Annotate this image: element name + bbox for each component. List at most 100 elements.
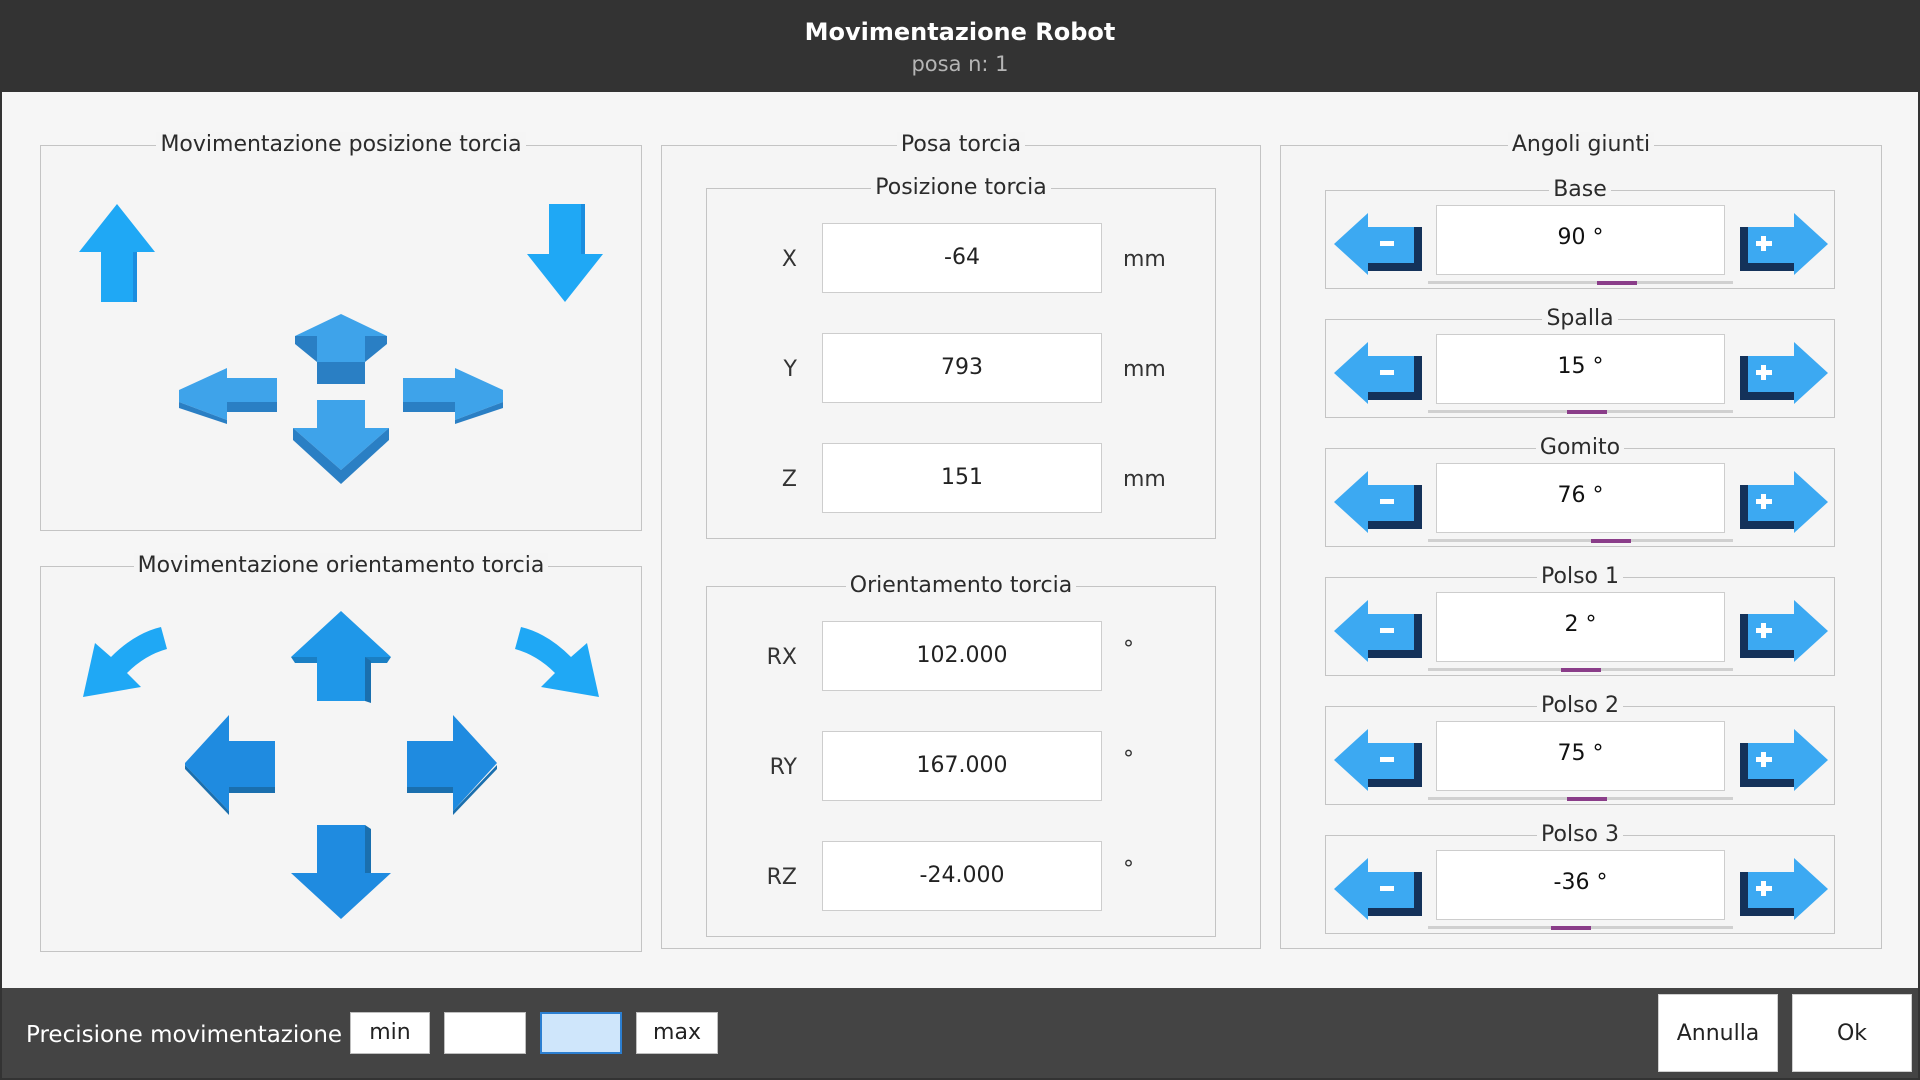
orientation-move-title: Movimentazione orientamento torcia bbox=[133, 553, 549, 578]
rotate-left-arrow-button[interactable] bbox=[75, 623, 167, 697]
ry-field[interactable]: 167.000 bbox=[822, 731, 1102, 801]
joint-box: Polso 1 2 ° bbox=[1325, 564, 1835, 676]
minus-arrow-icon bbox=[1334, 471, 1422, 533]
orientation-group: Orientamento torcia RX 102.000 ° RY 167.… bbox=[706, 573, 1216, 937]
rotate-up-arrow-button[interactable] bbox=[291, 611, 391, 703]
y-field[interactable]: 793 bbox=[822, 333, 1102, 403]
joint-increase-button[interactable] bbox=[1738, 342, 1828, 404]
joint-box: Base 90 ° bbox=[1325, 177, 1835, 289]
joint-decrease-button[interactable] bbox=[1334, 213, 1424, 275]
joint-value-field[interactable]: 2 ° bbox=[1436, 592, 1725, 662]
joint-box: Spalla 15 ° bbox=[1325, 306, 1835, 418]
position-move-panel: Movimentazione posizione torcia bbox=[40, 132, 642, 531]
joint-value-field[interactable]: -36 ° bbox=[1436, 850, 1725, 920]
joint-slider-handle[interactable] bbox=[1566, 797, 1607, 801]
joint-name: Gomito bbox=[1535, 435, 1625, 460]
joints-panel-title: Angoli giunti bbox=[1507, 132, 1655, 157]
joint-slider-handle[interactable] bbox=[1597, 281, 1638, 285]
precision-level-2-button[interactable] bbox=[444, 1012, 526, 1054]
joint-slider-handle[interactable] bbox=[1551, 926, 1592, 930]
pose-panel-title: Posa torcia bbox=[896, 132, 1026, 157]
joint-increase-button[interactable] bbox=[1738, 471, 1828, 533]
plus-arrow-icon bbox=[1740, 342, 1828, 404]
joint-increase-button[interactable] bbox=[1738, 600, 1828, 662]
arrow-down-icon bbox=[527, 204, 603, 302]
arrow-right-icon bbox=[407, 715, 497, 815]
joint-decrease-button[interactable] bbox=[1334, 729, 1424, 791]
rx-field[interactable]: 102.000 bbox=[822, 621, 1102, 691]
dialog-header: Movimentazione Robot posa n: 1 bbox=[2, 2, 1918, 92]
joint-decrease-button[interactable] bbox=[1334, 858, 1424, 920]
z-up-arrow-button[interactable] bbox=[77, 204, 157, 304]
plus-arrow-icon bbox=[1740, 858, 1828, 920]
joint-slider-handle[interactable] bbox=[1566, 410, 1607, 414]
x-left-arrow-button[interactable] bbox=[179, 368, 279, 424]
precision-label: Precisione movimentazione bbox=[26, 1022, 343, 1048]
joint-increase-button[interactable] bbox=[1738, 858, 1828, 920]
joint-increase-button[interactable] bbox=[1738, 729, 1828, 791]
x-field[interactable]: -64 bbox=[822, 223, 1102, 293]
joints-panel: Angoli giunti Base 90 ° Spalla 15 ° Gomito 76… bbox=[1280, 132, 1882, 949]
pose-panel: Posa torcia Posizione torcia X -64 mm Y … bbox=[661, 132, 1261, 949]
joint-name: Base bbox=[1549, 177, 1611, 202]
ry-unit: ° bbox=[1123, 747, 1134, 772]
joint-value-field[interactable]: 15 ° bbox=[1436, 334, 1725, 404]
y-backward-arrow-button[interactable] bbox=[293, 400, 389, 486]
joint-slider-handle[interactable] bbox=[1591, 539, 1631, 543]
y-forward-arrow-button[interactable] bbox=[293, 314, 389, 386]
precision-min-button[interactable]: min bbox=[350, 1012, 430, 1054]
minus-arrow-icon bbox=[1334, 342, 1422, 404]
joint-slider[interactable] bbox=[1428, 926, 1733, 930]
joint-box: Polso 2 75 ° bbox=[1325, 693, 1835, 805]
rotate-right-tilt-button[interactable] bbox=[405, 715, 497, 815]
joint-slider-handle[interactable] bbox=[1560, 668, 1601, 672]
joint-decrease-button[interactable] bbox=[1334, 342, 1424, 404]
rz-field[interactable]: -24.000 bbox=[822, 841, 1102, 911]
z-down-arrow-button[interactable] bbox=[525, 204, 605, 304]
joint-decrease-button[interactable] bbox=[1334, 471, 1424, 533]
rotate-down-arrow-button[interactable] bbox=[291, 825, 391, 921]
plus-arrow-icon bbox=[1740, 471, 1828, 533]
x-label: X bbox=[781, 247, 797, 272]
rz-unit: ° bbox=[1123, 857, 1134, 882]
rx-label: RX bbox=[766, 645, 797, 670]
rotate-right-arrow-button[interactable] bbox=[515, 623, 607, 697]
x-unit: mm bbox=[1123, 247, 1166, 272]
joint-name: Polso 1 bbox=[1537, 564, 1623, 589]
ry-label: RY bbox=[769, 755, 797, 780]
z-field[interactable]: 151 bbox=[822, 443, 1102, 513]
rx-unit: ° bbox=[1123, 637, 1134, 662]
position-group: Posizione torcia X -64 mm Y 793 mm Z 151… bbox=[706, 175, 1216, 539]
ok-button[interactable]: Ok bbox=[1792, 994, 1912, 1072]
joint-slider[interactable] bbox=[1428, 539, 1733, 543]
joint-value-field[interactable]: 76 ° bbox=[1436, 463, 1725, 533]
joint-slider[interactable] bbox=[1428, 410, 1733, 414]
x-right-arrow-button[interactable] bbox=[403, 368, 503, 424]
precision-level-3-button[interactable] bbox=[540, 1012, 622, 1054]
joint-decrease-button[interactable] bbox=[1334, 600, 1424, 662]
rotate-left-tilt-button[interactable] bbox=[185, 715, 277, 815]
y-label: Y bbox=[783, 357, 797, 382]
y-unit: mm bbox=[1123, 357, 1166, 382]
joint-slider[interactable] bbox=[1428, 668, 1733, 672]
cancel-button[interactable]: Annulla bbox=[1658, 994, 1778, 1072]
joint-slider[interactable] bbox=[1428, 281, 1733, 285]
plus-arrow-icon bbox=[1740, 729, 1828, 791]
joint-slider[interactable] bbox=[1428, 797, 1733, 801]
arrow-up-icon bbox=[79, 204, 155, 302]
z-label: Z bbox=[781, 467, 797, 492]
joint-box: Polso 3 -36 ° bbox=[1325, 822, 1835, 934]
joint-box: Gomito 76 ° bbox=[1325, 435, 1835, 547]
precision-max-button[interactable]: max bbox=[636, 1012, 718, 1054]
arrow-right-icon bbox=[403, 368, 503, 424]
curved-arrow-left-icon bbox=[83, 627, 167, 697]
arrow-backward-icon bbox=[293, 400, 389, 484]
arrow-left-icon bbox=[185, 715, 275, 815]
arrow-up-icon bbox=[291, 611, 391, 703]
dialog-footer: Precisione movimentazione min max Annull… bbox=[2, 988, 1918, 1078]
joint-value-field[interactable]: 75 ° bbox=[1436, 721, 1725, 791]
joint-increase-button[interactable] bbox=[1738, 213, 1828, 275]
joint-value-field[interactable]: 90 ° bbox=[1436, 205, 1725, 275]
arrow-forward-icon bbox=[295, 314, 387, 384]
arrow-down-icon bbox=[291, 825, 391, 919]
